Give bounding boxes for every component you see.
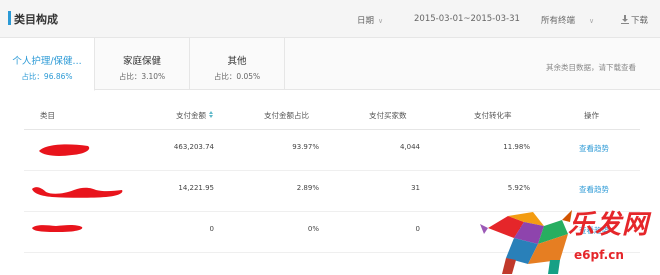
col-conversion: 支付转化率 — [474, 111, 512, 120]
section-title: 类目构成 — [14, 13, 58, 26]
redacted-category — [39, 144, 90, 156]
pay-amount: 0 — [209, 225, 214, 233]
chevron-down-icon: ∨ — [589, 17, 595, 25]
chevron-down-icon: ∨ — [378, 17, 384, 25]
date-range[interactable]: 2015-03-01~2015-03-31 — [414, 14, 520, 24]
conversion: 11.98% — [503, 143, 530, 151]
redacted-category — [32, 187, 123, 198]
col-pay-share: 支付金额占比 — [264, 111, 309, 120]
bull-logo-icon — [480, 210, 572, 274]
buyers: 31 — [411, 184, 420, 192]
download-button[interactable]: 下载 — [621, 14, 648, 26]
tab-share: 占比：96.86% — [21, 72, 73, 81]
tab-share: 占比：0.05% — [213, 72, 261, 81]
col-pay-amount-label: 支付金额 — [176, 111, 206, 120]
tab-name: 家庭保健 — [122, 56, 161, 67]
download-note: 其余类目数据，请下载查看 — [546, 63, 636, 72]
sort-icon[interactable] — [209, 111, 214, 119]
tab-personal-care[interactable]: 个人护理/保健... 占比：96.86% — [0, 38, 95, 91]
download-label: 下载 — [631, 16, 649, 26]
watermark-logo: 乐发网 e6pf.cn — [478, 198, 660, 275]
redacted-category — [32, 225, 83, 232]
watermark-text: 乐发网 — [568, 210, 650, 240]
col-category: 类目 — [40, 111, 55, 120]
date-dropdown[interactable]: 日期 ∨ — [357, 14, 383, 26]
terminal-dropdown[interactable]: 所有终端 ∨ — [541, 14, 594, 26]
view-trend-link[interactable]: 查看趋势 — [579, 184, 609, 195]
tab-other[interactable]: 其他 占比：0.05% — [190, 38, 285, 90]
tab-home-health[interactable]: 家庭保健 占比：3.10% — [95, 38, 190, 90]
col-buyers: 支付买家数 — [369, 111, 407, 120]
date-label: 日期 — [357, 16, 375, 26]
pay-amount: 463,203.74 — [173, 143, 214, 151]
col-pay-amount[interactable]: 支付金额 — [176, 110, 214, 121]
pay-amount: 14,221.95 — [178, 184, 214, 192]
pay-share: 93.97% — [292, 143, 319, 151]
download-icon — [621, 15, 629, 24]
view-trend-link[interactable]: 查看趋势 — [579, 143, 609, 154]
tab-share: 占比：3.10% — [118, 72, 166, 81]
table-row: 463,203.74 93.97% 4,044 11.98% 查看趋势 — [24, 130, 640, 171]
buyers: 4,044 — [399, 143, 420, 151]
terminal-label: 所有终端 — [541, 16, 576, 26]
section-header: 类目构成 日期 ∨ 2015-03-01~2015-03-31 所有终端 ∨ 下载 — [0, 0, 660, 38]
watermark-url: e6pf.cn — [574, 248, 624, 262]
col-action: 操作 — [584, 111, 599, 120]
buyers: 0 — [415, 225, 420, 233]
tab-name: 个人护理/保健... — [12, 56, 82, 67]
pay-share: 0% — [307, 225, 319, 233]
table-header: 类目 支付金额 支付金额占比 支付买家数 支付转化率 操作 — [24, 100, 640, 130]
conversion: 5.92% — [507, 184, 530, 192]
pay-share: 2.89% — [296, 184, 319, 192]
category-tabs: 个人护理/保健... 占比：96.86% 家庭保健 占比：3.10% 其他 占比… — [0, 38, 660, 91]
title-accent-bar — [8, 11, 11, 25]
tab-name: 其他 — [227, 56, 247, 67]
